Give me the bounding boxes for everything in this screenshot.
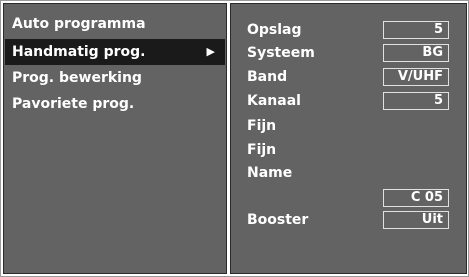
opslag-value-field[interactable]: 5 xyxy=(383,21,449,39)
systeem-label: Systeem xyxy=(247,45,315,61)
menu-item-pavoriete-prog[interactable]: Pavoriete prog. xyxy=(5,91,225,117)
menu-item-handmatig-prog[interactable]: Handmatig prog. ▶ xyxy=(5,39,225,65)
opslag-label: Opslag xyxy=(247,22,302,38)
fijn-label: Fijn xyxy=(247,118,277,134)
booster-label: Booster xyxy=(247,212,309,228)
kanaal-label: Kanaal xyxy=(247,93,301,109)
menu-item-auto-programma[interactable]: Auto programma xyxy=(5,11,225,37)
systeem-value-field[interactable]: BG xyxy=(383,44,449,62)
menu-item-label: Prog. bewerking xyxy=(12,70,142,86)
program-menu-panel: Auto programma Handmatig prog. ▶ Prog. b… xyxy=(3,3,227,274)
arrow-right-icon: ▶ xyxy=(206,45,215,58)
name-value-field[interactable]: C 05 xyxy=(383,189,449,207)
menu-item-prog-bewerking[interactable]: Prog. bewerking xyxy=(5,65,225,91)
fijn-label: Fijn xyxy=(247,142,277,158)
menu-item-label: Auto programma xyxy=(12,16,146,32)
kanaal-value-field[interactable]: 5 xyxy=(383,92,449,110)
booster-value-field[interactable]: Uit xyxy=(383,211,449,229)
name-label: Name xyxy=(247,165,293,181)
manual-programming-panel: Opslag 5 Systeem BG Band V/UHF Kanaal 5 … xyxy=(230,3,467,274)
osd-menu-screen: Auto programma Handmatig prog. ▶ Prog. b… xyxy=(0,0,469,277)
menu-item-label: Pavoriete prog. xyxy=(12,96,135,112)
menu-item-label: Handmatig prog. xyxy=(12,44,146,60)
band-label: Band xyxy=(247,69,288,85)
band-value-field[interactable]: V/UHF xyxy=(383,68,449,86)
